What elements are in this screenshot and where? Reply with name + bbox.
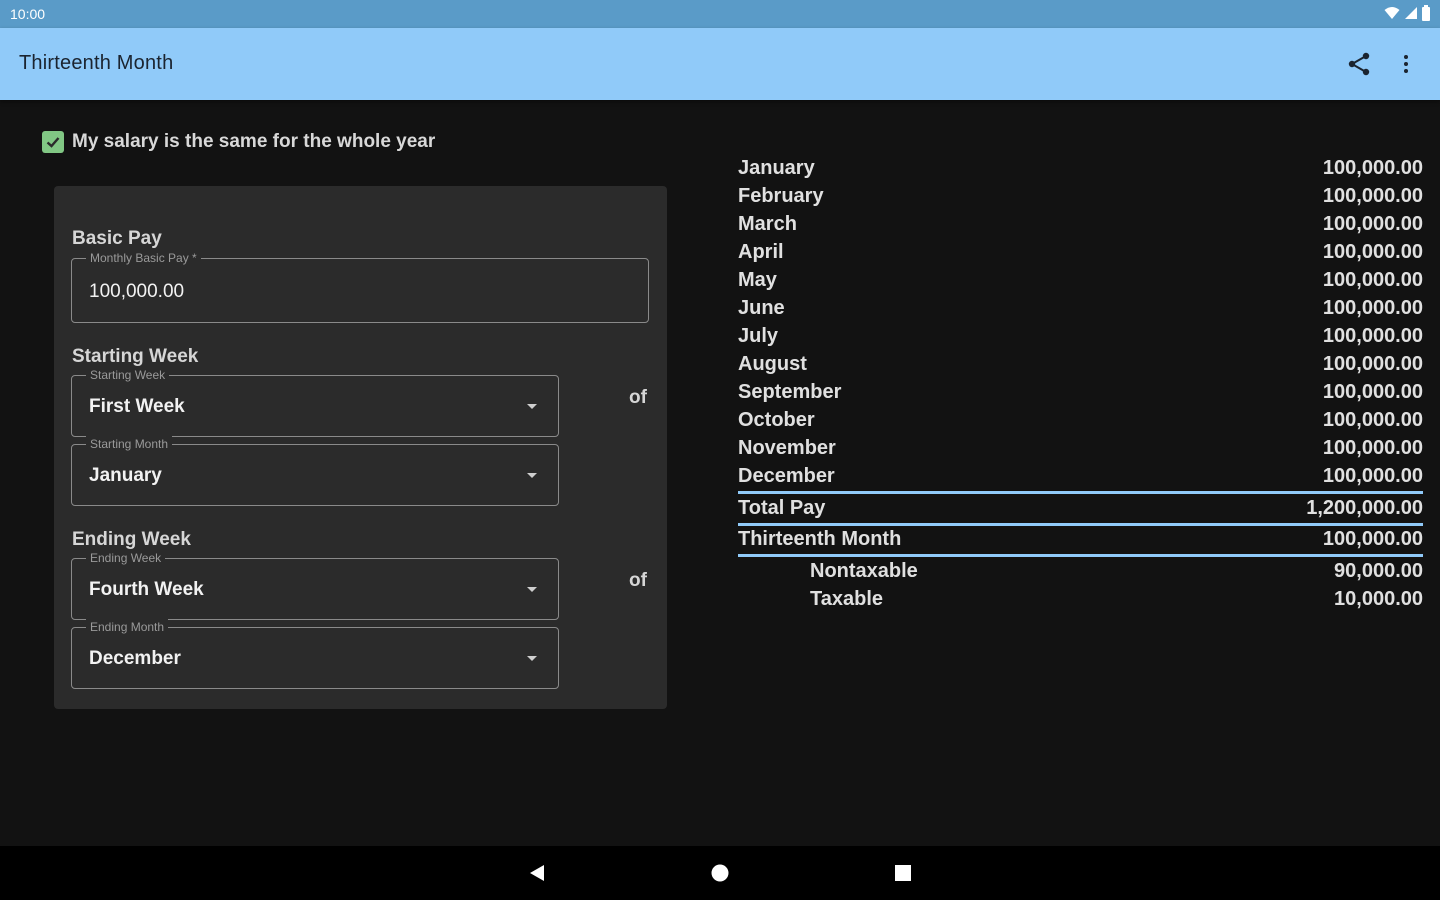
month-value: 100,000.00 <box>1322 381 1423 403</box>
ending-month-value: December <box>89 648 181 669</box>
month-label: July <box>738 325 779 347</box>
month-value: 100,000.00 <box>1322 325 1423 347</box>
month-row-march: March 100,000.00 <box>738 211 1423 239</box>
same-salary-checkbox[interactable] <box>42 131 64 153</box>
month-label: February <box>738 185 824 207</box>
month-row-may: May 100,000.00 <box>738 267 1423 295</box>
dropdown-arrow-icon <box>527 404 537 409</box>
monthly-basic-pay-value: 100,000.00 <box>89 281 185 302</box>
total-pay-label: Total Pay <box>738 497 826 519</box>
month-label: March <box>738 213 797 235</box>
share-icon <box>1348 52 1370 76</box>
month-row-april: April 100,000.00 <box>738 239 1423 267</box>
divider-line <box>738 554 1423 557</box>
month-row-august: August 100,000.00 <box>738 351 1423 379</box>
month-value: 100,000.00 <box>1322 437 1423 459</box>
monthly-basic-pay-label: Monthly Basic Pay * <box>86 250 201 266</box>
month-value: 100,000.00 <box>1322 465 1423 487</box>
month-row-december: December 100,000.00 <box>738 463 1423 491</box>
month-label: November <box>738 437 836 459</box>
ending-week-label: Ending Week <box>86 550 166 566</box>
month-row-september: September 100,000.00 <box>738 379 1423 407</box>
month-label: May <box>738 269 777 291</box>
month-value: 100,000.00 <box>1322 157 1423 179</box>
app-bar: Thirteenth Month <box>0 28 1440 100</box>
month-label: October <box>738 409 815 431</box>
month-value: 100,000.00 <box>1322 297 1423 319</box>
divider-line <box>738 491 1423 494</box>
month-value: 100,000.00 <box>1322 241 1423 263</box>
battery-icon <box>1422 5 1430 21</box>
ending-month-label: Ending Month <box>86 619 169 635</box>
thirteenth-month-row: Thirteenth Month 100,000.00 <box>738 526 1423 554</box>
same-salary-checkbox-row[interactable]: My salary is the same for the whole year <box>42 131 435 153</box>
month-row-july: July 100,000.00 <box>738 323 1423 351</box>
month-value: 100,000.00 <box>1322 409 1423 431</box>
month-row-october: October 100,000.00 <box>738 407 1423 435</box>
overflow-menu-button[interactable] <box>1396 50 1416 78</box>
dropdown-arrow-icon <box>527 473 537 478</box>
month-label: January <box>738 157 815 179</box>
dropdown-arrow-icon <box>527 587 537 592</box>
thirteenth-month-value: 100,000.00 <box>1322 528 1423 550</box>
nontaxable-label: Nontaxable <box>810 560 918 582</box>
month-row-february: February 100,000.00 <box>738 183 1423 211</box>
starting-month-value: January <box>89 465 162 486</box>
month-label: August <box>738 353 807 375</box>
starting-week-value: First Week <box>89 396 185 417</box>
month-value: 100,000.00 <box>1322 353 1423 375</box>
nontaxable-row: Nontaxable 90,000.00 <box>738 558 1423 586</box>
taxable-row: Taxable 10,000.00 <box>738 586 1423 614</box>
month-label: June <box>738 297 785 319</box>
month-value: 100,000.00 <box>1322 185 1423 207</box>
starting-week-label: Starting Week <box>86 367 170 383</box>
month-label: December <box>738 465 835 487</box>
nav-back-button[interactable] <box>527 863 547 883</box>
nontaxable-value: 90,000.00 <box>1334 560 1423 582</box>
starting-week-title: Starting Week <box>72 346 199 367</box>
starting-week-dropdown[interactable]: Starting Week First Week <box>71 367 559 437</box>
recent-apps-icon <box>895 865 911 881</box>
ending-week-dropdown[interactable]: Ending Week Fourth Week <box>71 550 559 620</box>
status-icons <box>1384 5 1430 21</box>
salary-input-card: Basic Pay Monthly Basic Pay * 100,000.00… <box>54 186 667 709</box>
monthly-basic-pay-input[interactable]: Monthly Basic Pay * 100,000.00 <box>71 250 649 323</box>
check-icon <box>46 137 60 148</box>
ending-week-value: Fourth Week <box>89 579 204 600</box>
dropdown-arrow-icon <box>527 656 537 661</box>
back-icon <box>530 865 544 881</box>
nav-recent-apps-button[interactable] <box>893 863 913 883</box>
system-nav-bar <box>0 846 1440 900</box>
app-root: 10:00 Thirteenth Month My salary is the … <box>0 0 1440 900</box>
share-button[interactable] <box>1345 50 1373 78</box>
basic-pay-title: Basic Pay <box>72 228 162 249</box>
starting-month-dropdown[interactable]: Starting Month January <box>71 436 559 506</box>
month-row-june: June 100,000.00 <box>738 295 1423 323</box>
wifi-icon <box>1384 7 1400 19</box>
month-row-january: January 100,000.00 <box>738 155 1423 183</box>
taxable-label: Taxable <box>810 588 883 610</box>
starting-of-label: of <box>629 387 647 408</box>
month-label: April <box>738 241 784 263</box>
ending-of-label: of <box>629 570 647 591</box>
app-title: Thirteenth Month <box>19 52 174 74</box>
status-bar: 10:00 <box>0 0 1440 28</box>
starting-month-label: Starting Month <box>86 436 173 452</box>
total-pay-row: Total Pay 1,200,000.00 <box>738 495 1423 523</box>
ending-month-dropdown[interactable]: Ending Month December <box>71 619 559 689</box>
month-value: 100,000.00 <box>1322 269 1423 291</box>
nav-home-button[interactable] <box>710 863 730 883</box>
home-icon <box>711 864 729 882</box>
ending-week-title: Ending Week <box>72 529 191 550</box>
same-salary-checkbox-label: My salary is the same for the whole year <box>72 131 436 152</box>
more-vert-icon <box>1404 55 1408 73</box>
month-label: September <box>738 381 842 403</box>
month-row-november: November 100,000.00 <box>738 435 1423 463</box>
signal-icon <box>1405 7 1417 19</box>
taxable-value: 10,000.00 <box>1334 588 1423 610</box>
status-time: 10:00 <box>10 6 46 22</box>
month-value: 100,000.00 <box>1322 213 1423 235</box>
thirteenth-month-label: Thirteenth Month <box>738 528 902 550</box>
total-pay-value: 1,200,000.00 <box>1306 497 1423 519</box>
